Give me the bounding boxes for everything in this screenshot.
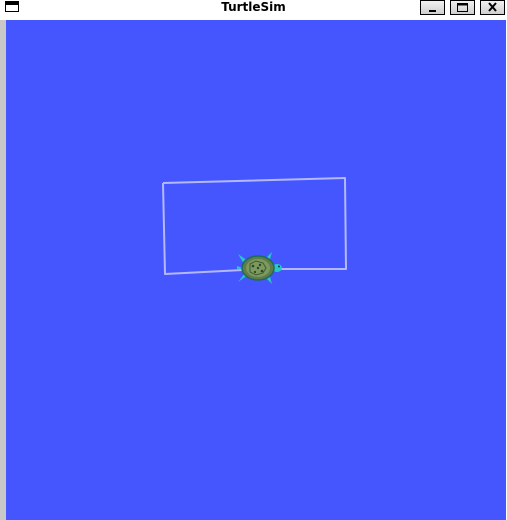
turtle-canvas[interactable] <box>6 20 506 520</box>
close-button[interactable] <box>480 0 505 15</box>
minimize-button[interactable] <box>420 0 445 15</box>
title-bar[interactable]: TurtleSim <box>0 0 507 17</box>
maximize-button[interactable] <box>450 0 475 15</box>
turtle-icon <box>237 252 282 284</box>
maximize-icon <box>457 3 468 12</box>
close-icon <box>488 2 497 12</box>
minimize-icon <box>429 10 436 12</box>
turtlesim-window: TurtleSim <box>0 0 507 520</box>
